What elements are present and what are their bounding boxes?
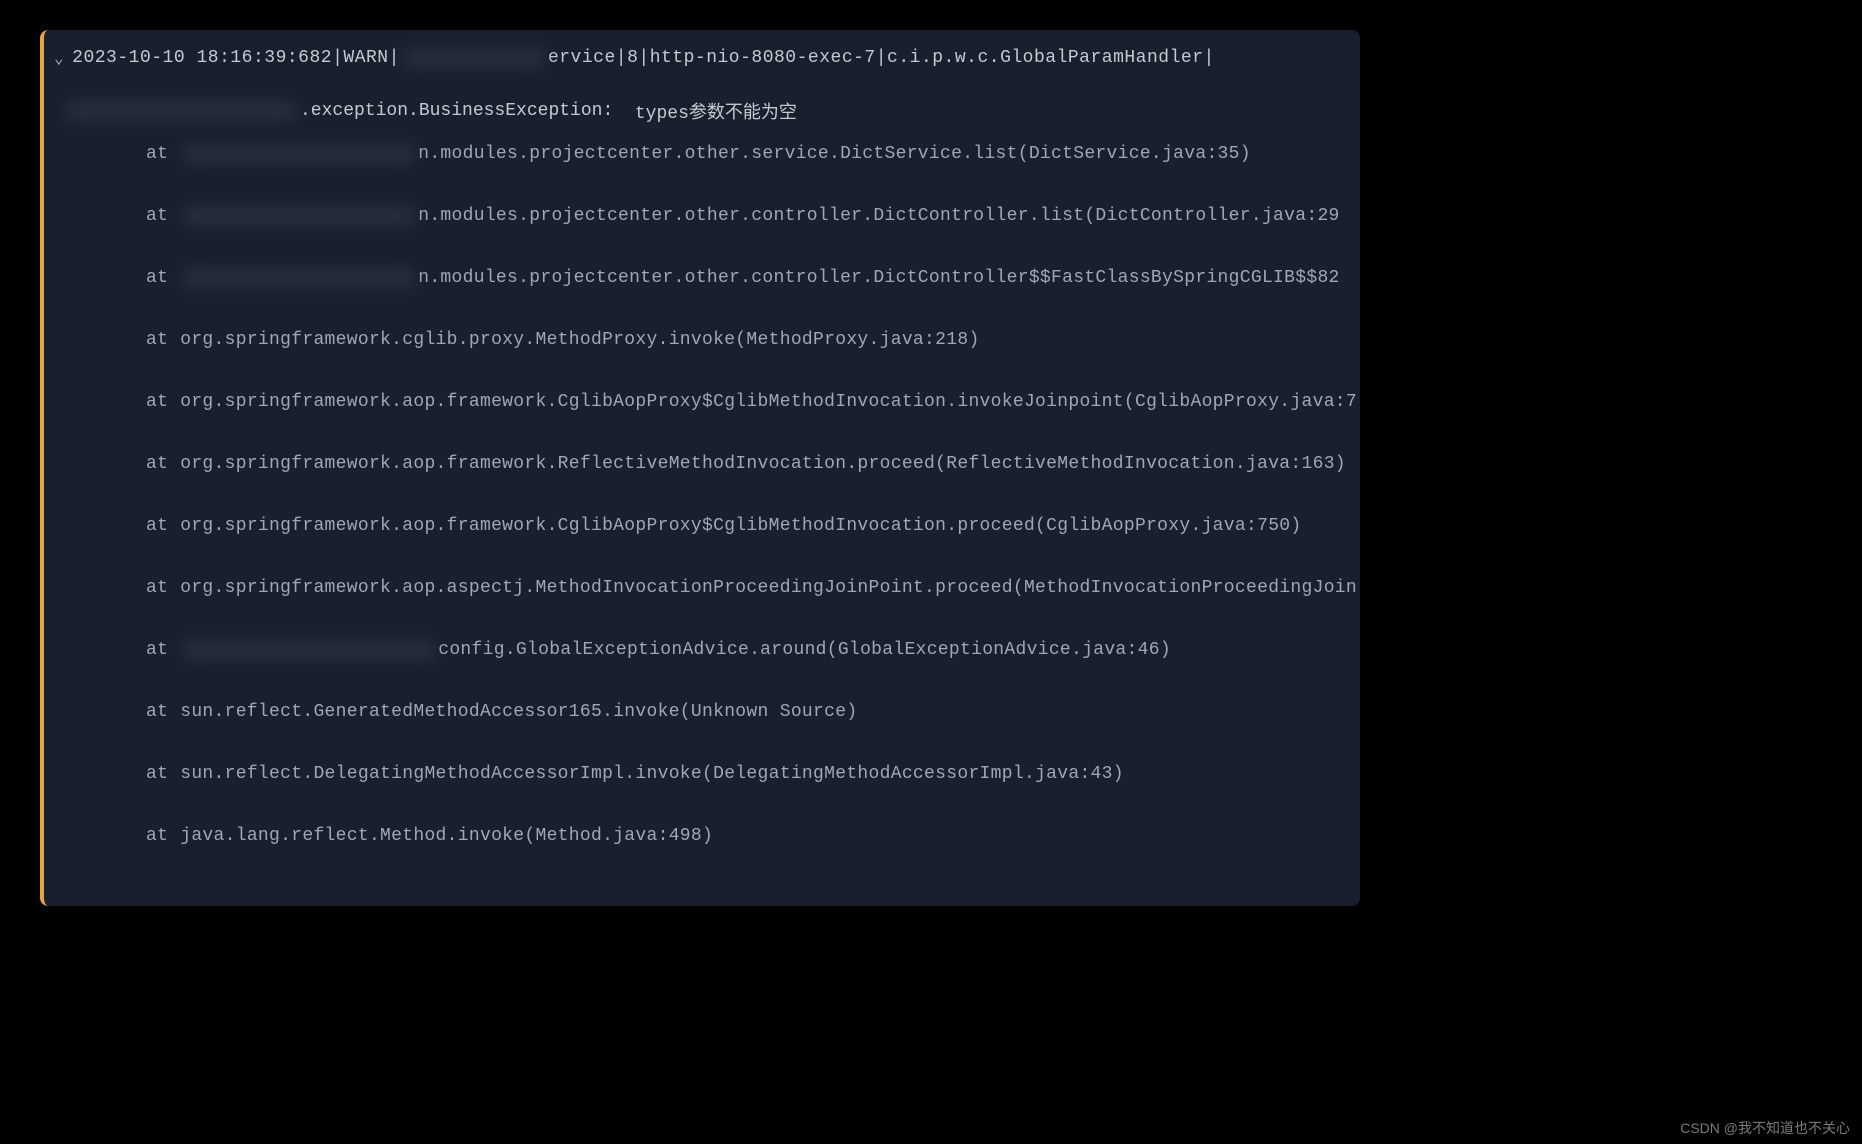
stack-at: at (146, 144, 168, 164)
stack-text: n.modules.projectcenter.other.service.Di… (418, 144, 1251, 164)
stack-text: java.lang.reflect.Method.invoke(Method.j… (180, 826, 713, 846)
stack-at: at (146, 454, 168, 474)
redacted-block (184, 641, 434, 659)
log-header-line[interactable]: ⌄ 2023-10-10 18:16:39:682|WARN| ervice|8… (44, 48, 1360, 68)
stack-at: at (146, 578, 168, 598)
stack-at: at (146, 330, 168, 350)
stack-text: org.springframework.aop.framework.Reflec… (180, 454, 1346, 474)
stack-text: n.modules.projectcenter.other.controller… (418, 206, 1339, 226)
redacted-block (404, 49, 544, 67)
stack-at: at (146, 640, 168, 660)
stack-at: at (146, 516, 168, 536)
stack-text: config.GlobalExceptionAdvice.around(Glob… (438, 640, 1171, 660)
stack-line: at org.springframework.aop.framework.Cgli… (62, 516, 1342, 536)
stack-text: sun.reflect.DelegatingMethodAccessorImpl… (180, 764, 1124, 784)
chevron-down-icon[interactable]: ⌄ (54, 48, 64, 68)
stack-line: atorg.springframework.aop.framework.Cgli… (62, 392, 1342, 412)
stack-at: at (146, 826, 168, 846)
stack-text: org.springframework.aop.framework.CglibA… (180, 392, 1357, 412)
stack-at: at (146, 268, 168, 288)
watermark: CSDN @我不知道也不关心 (1680, 1118, 1850, 1138)
stack-text: org.springframework.aop.framework.CglibA… (180, 516, 1301, 536)
stack-text: org.springframework.cglib.proxy.MethodPr… (180, 330, 979, 350)
stack-trace: at n.modules.projectcenter.other.service.… (62, 144, 1342, 846)
stack-at: at (146, 392, 168, 412)
redacted-block (66, 102, 296, 120)
stack-line: at org.springframework.cglib.proxy.Method… (62, 330, 1342, 350)
redacted-block (184, 207, 414, 225)
log-body: .exception.BusinessException: types参数不能为… (44, 68, 1360, 846)
stack-line: at n.modules.projectcenter.other.controll… (62, 206, 1342, 226)
stack-line: at java.lang.reflect.Method.invoke(Method… (62, 826, 1342, 846)
exception-line: .exception.BusinessException: types参数不能为… (62, 98, 1342, 124)
stack-line: at sun.reflect.GeneratedMethodAccessor165… (62, 702, 1342, 722)
exception-class: .exception.BusinessException: (300, 101, 613, 121)
stack-line: at n.modules.projectcenter.other.service.… (62, 144, 1342, 164)
stack-line: at sun.reflect.DelegatingMethodAccessorIm… (62, 764, 1342, 784)
log-timestamp: 2023-10-10 18:16:39:682|WARN| (72, 48, 400, 68)
log-viewer: ⌄ 2023-10-10 18:16:39:682|WARN| ervice|8… (40, 30, 1360, 906)
stack-at: at (146, 702, 168, 722)
stack-text: sun.reflect.GeneratedMethodAccessor165.i… (180, 702, 857, 722)
redacted-block (184, 269, 414, 287)
stack-text: org.springframework.aop.aspectj.MethodIn… (180, 578, 1357, 598)
log-source: ervice|8|http-nio-8080-exec-7|c.i.p.w.c.… (548, 48, 1215, 68)
stack-line: at config.GlobalExceptionAdvice.around(Gl… (62, 640, 1342, 660)
exception-message: types参数不能为空 (635, 98, 797, 124)
redacted-block (184, 145, 414, 163)
stack-line: atorg.springframework.aop.framework.Refl… (62, 454, 1342, 474)
stack-at: at (146, 206, 168, 226)
stack-at: at (146, 764, 168, 784)
stack-line: at n.modules.projectcenter.other.controll… (62, 268, 1342, 288)
stack-line: atorg.springframework.aop.aspectj.Method… (62, 578, 1342, 598)
stack-text: n.modules.projectcenter.other.controller… (418, 268, 1339, 288)
